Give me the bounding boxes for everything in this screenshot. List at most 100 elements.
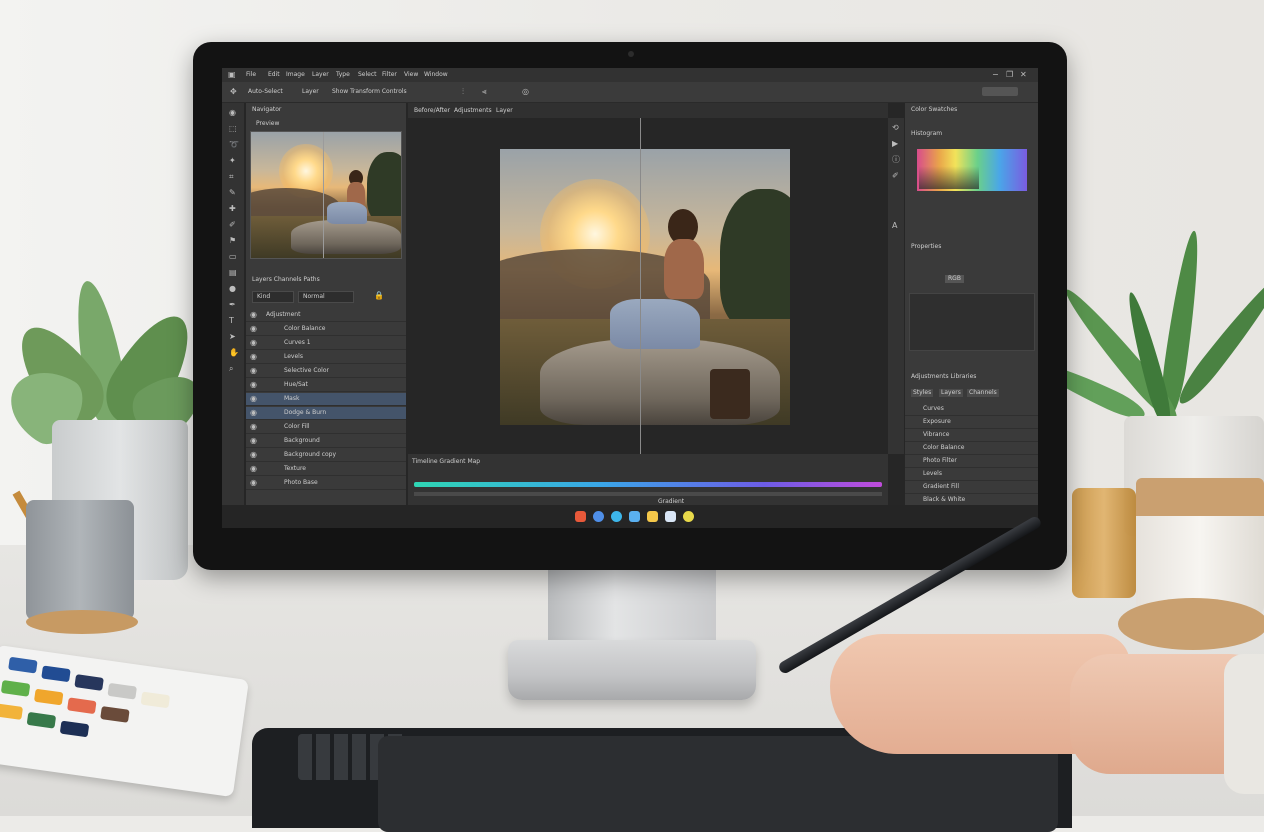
layer-row[interactable]: ◉ Photo Base [246, 477, 406, 490]
ceramic-mug [1136, 478, 1264, 618]
type-icon[interactable]: T [229, 317, 234, 325]
menu-type[interactable]: Type [336, 71, 350, 79]
menu-image[interactable]: Image [286, 71, 305, 79]
layer-option[interactable]: Layer [302, 88, 319, 96]
marquee-icon[interactable]: ⬚ [229, 125, 237, 133]
adjustments-tab-layers[interactable]: Layers [939, 389, 963, 397]
minimize-icon[interactable]: − [992, 71, 999, 79]
blend-mode-dropdown[interactable]: Normal [298, 291, 354, 303]
notes-icon[interactable] [647, 511, 658, 522]
crop-icon[interactable]: ⌗ [229, 173, 234, 181]
eye-icon[interactable]: ◉ [250, 437, 257, 445]
eye-icon[interactable]: ◉ [250, 325, 257, 333]
eye-icon[interactable]: ◉ [250, 479, 257, 487]
navigator-thumbnail[interactable] [250, 131, 402, 259]
adjustment-item[interactable]: Color Balance [905, 442, 1038, 455]
auto-select-option[interactable]: Auto-Select [248, 88, 283, 96]
photoshop-icon[interactable] [575, 511, 586, 522]
layer-row[interactable]: ◉ Color Balance [246, 323, 406, 336]
eye-icon[interactable]: ◉ [250, 353, 257, 361]
eye-icon[interactable]: ◉ [250, 409, 257, 417]
eye-icon[interactable]: ◉ [250, 311, 257, 319]
menu-view[interactable]: View [404, 71, 418, 79]
restore-icon[interactable]: ❐ [1006, 71, 1013, 79]
layer-row[interactable]: ◉ Levels [246, 351, 406, 364]
eye-icon[interactable]: ◉ [250, 381, 257, 389]
eye-icon[interactable]: ◉ [250, 465, 257, 473]
menu-edit[interactable]: Edit [268, 71, 280, 79]
adjustment-item[interactable]: Curves [905, 403, 1038, 416]
move-icon[interactable]: ◉ [229, 109, 236, 117]
menu-layer[interactable]: Layer [312, 71, 329, 79]
tab-before-after[interactable]: Before/After [414, 107, 450, 115]
adjustment-item[interactable]: Levels [905, 468, 1038, 481]
lock-icon[interactable]: 🔒 [374, 292, 384, 300]
adjustments-tab-channels[interactable]: Channels [967, 389, 999, 397]
docs-icon[interactable] [665, 511, 676, 522]
main-photo-canvas[interactable] [500, 149, 790, 425]
eye-icon[interactable]: ◉ [250, 367, 257, 375]
layer-row[interactable]: ◉ Texture [246, 463, 406, 476]
actions-icon[interactable]: ▶ [892, 140, 898, 148]
menu-select[interactable]: Select [358, 71, 377, 79]
canvas-area[interactable] [408, 118, 888, 454]
safari-icon[interactable] [611, 511, 622, 522]
close-icon[interactable]: ✕ [1020, 71, 1027, 79]
adjustment-item[interactable]: Exposure [905, 416, 1038, 429]
move-tool-icon[interactable]: ✥ [230, 88, 237, 96]
layer-row[interactable]: ◉ Color Fill [246, 421, 406, 434]
eye-icon[interactable]: ◉ [250, 339, 257, 347]
tab-adjustments[interactable]: Adjustments [454, 107, 492, 115]
eye-icon[interactable]: ◉ [250, 423, 257, 431]
distribute-icon[interactable]: ⫷ [482, 88, 487, 96]
layer-row[interactable]: ◉ Adjustment [246, 309, 406, 322]
properties-mode[interactable]: RGB [945, 275, 964, 283]
brush-settings-icon[interactable]: ✐ [892, 172, 899, 180]
before-after-divider[interactable] [640, 118, 641, 454]
workspace-switcher[interactable] [982, 87, 1018, 96]
3d-mode-icon[interactable]: ◎ [522, 88, 529, 96]
gradient-icon[interactable]: ▤ [229, 269, 237, 277]
path-select-icon[interactable]: ➤ [229, 333, 236, 341]
lasso-icon[interactable]: ➰ [229, 141, 239, 149]
menu-window[interactable]: Window [424, 71, 448, 79]
transform-controls-option[interactable]: Show Transform Controls [332, 88, 407, 96]
layer-row[interactable]: ◉ Background copy [246, 449, 406, 462]
mail-icon[interactable] [629, 511, 640, 522]
timeline-track[interactable] [414, 492, 882, 496]
eraser-icon[interactable]: ▭ [229, 253, 237, 261]
layer-row-selected[interactable]: ◉ Dodge & Burn [246, 407, 406, 420]
history-icon[interactable]: ⟲ [892, 124, 899, 132]
layer-row-selected[interactable]: ◉ Mask [246, 393, 406, 406]
chrome-icon[interactable] [593, 511, 604, 522]
adjustment-item[interactable]: Gradient Fill [905, 481, 1038, 494]
menu-file[interactable]: File [246, 71, 256, 79]
layer-row[interactable]: ◉ Curves 1 [246, 337, 406, 350]
brush-icon[interactable]: ✐ [229, 221, 236, 229]
healing-icon[interactable]: ✚ [229, 205, 236, 213]
adjustment-item[interactable]: Photo Filter [905, 455, 1038, 468]
menu-filter[interactable]: Filter [382, 71, 397, 79]
gradient-bar[interactable] [414, 482, 882, 487]
eyedropper-icon[interactable]: ✎ [229, 189, 236, 197]
pen-icon[interactable]: ✒ [229, 301, 236, 309]
layer-row[interactable]: ◉ Hue/Sat [246, 379, 406, 392]
stamp-icon[interactable]: ⚑ [229, 237, 236, 245]
layer-row[interactable]: ◉ Background [246, 435, 406, 448]
dodge-icon[interactable]: ● [229, 285, 236, 293]
layers-filter-dropdown[interactable]: Kind [252, 291, 294, 303]
hand-icon[interactable]: ✋ [229, 349, 239, 357]
tab-layer[interactable]: Layer [496, 107, 513, 115]
spotify-icon[interactable] [683, 511, 694, 522]
info-icon[interactable]: ⓘ [892, 156, 900, 164]
adjustments-tab-styles[interactable]: Styles [911, 389, 934, 397]
align-icon[interactable]: ⫶ [462, 88, 464, 96]
character-icon[interactable]: A [892, 222, 897, 230]
eye-icon[interactable]: ◉ [250, 451, 257, 459]
layer-row[interactable]: ◉ Selective Color [246, 365, 406, 378]
eye-icon[interactable]: ◉ [250, 395, 257, 403]
adjustment-item[interactable]: Vibrance [905, 429, 1038, 442]
app-logo-icon[interactable]: ▣ [228, 71, 236, 79]
zoom-icon[interactable]: ⌕ [229, 365, 233, 373]
magic-wand-icon[interactable]: ✦ [229, 157, 236, 165]
